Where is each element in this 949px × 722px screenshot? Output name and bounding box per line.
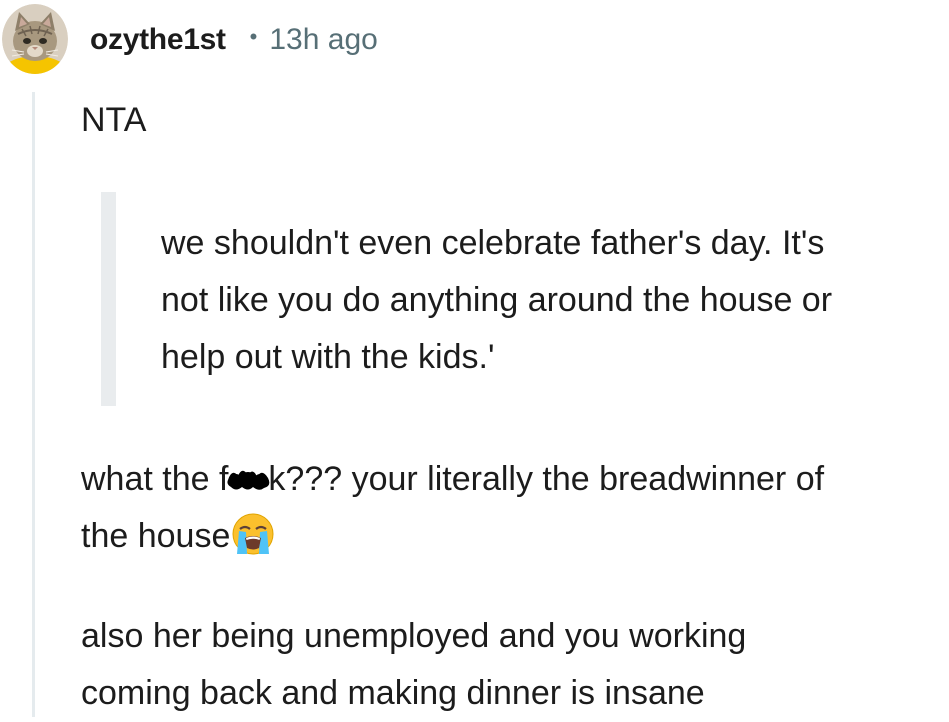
- paragraph-nta: NTA: [81, 101, 147, 139]
- paragraph-line: also her being unemployed and you workin…: [81, 617, 747, 655]
- quote-line: not like you do anything around the hous…: [161, 281, 833, 319]
- timestamp[interactable]: 13h ago: [269, 23, 377, 57]
- paragraph-line: what the f k??? your literally the breadw…: [81, 451, 824, 508]
- paragraph-line: the house: [81, 508, 824, 565]
- quote-line: help out with the kids.': [161, 338, 495, 376]
- thread-collapse-line[interactable]: [32, 92, 35, 717]
- text-segment: k??? your literally the breadwinner of: [268, 460, 825, 498]
- comment-header: ozythe1st • 13h ago: [90, 18, 378, 62]
- paragraph-comment: also her being unemployed and you workin…: [81, 608, 746, 722]
- author-name[interactable]: ozythe1st: [90, 23, 226, 57]
- text-segment: the house: [81, 517, 231, 555]
- loudly-crying-face-icon: [231, 512, 275, 556]
- quote-bar: [101, 192, 116, 406]
- paragraph-line: coming back and making dinner is insane: [81, 674, 705, 712]
- blockquote: we shouldn't even celebrate father's day…: [161, 215, 946, 386]
- paragraph-reaction: what the f k??? your literally the breadw…: [81, 451, 824, 565]
- text-segment: what the f: [81, 460, 229, 498]
- avatar[interactable]: [2, 4, 68, 74]
- quote-line: we shouldn't even celebrate father's day…: [161, 224, 825, 262]
- meta-separator: •: [249, 24, 258, 49]
- cat-avatar-icon: [2, 4, 68, 74]
- black-scribble-censor-icon: [226, 453, 272, 490]
- comment: ozythe1st • 13h ago NTA we shouldn't eve…: [0, 0, 949, 717]
